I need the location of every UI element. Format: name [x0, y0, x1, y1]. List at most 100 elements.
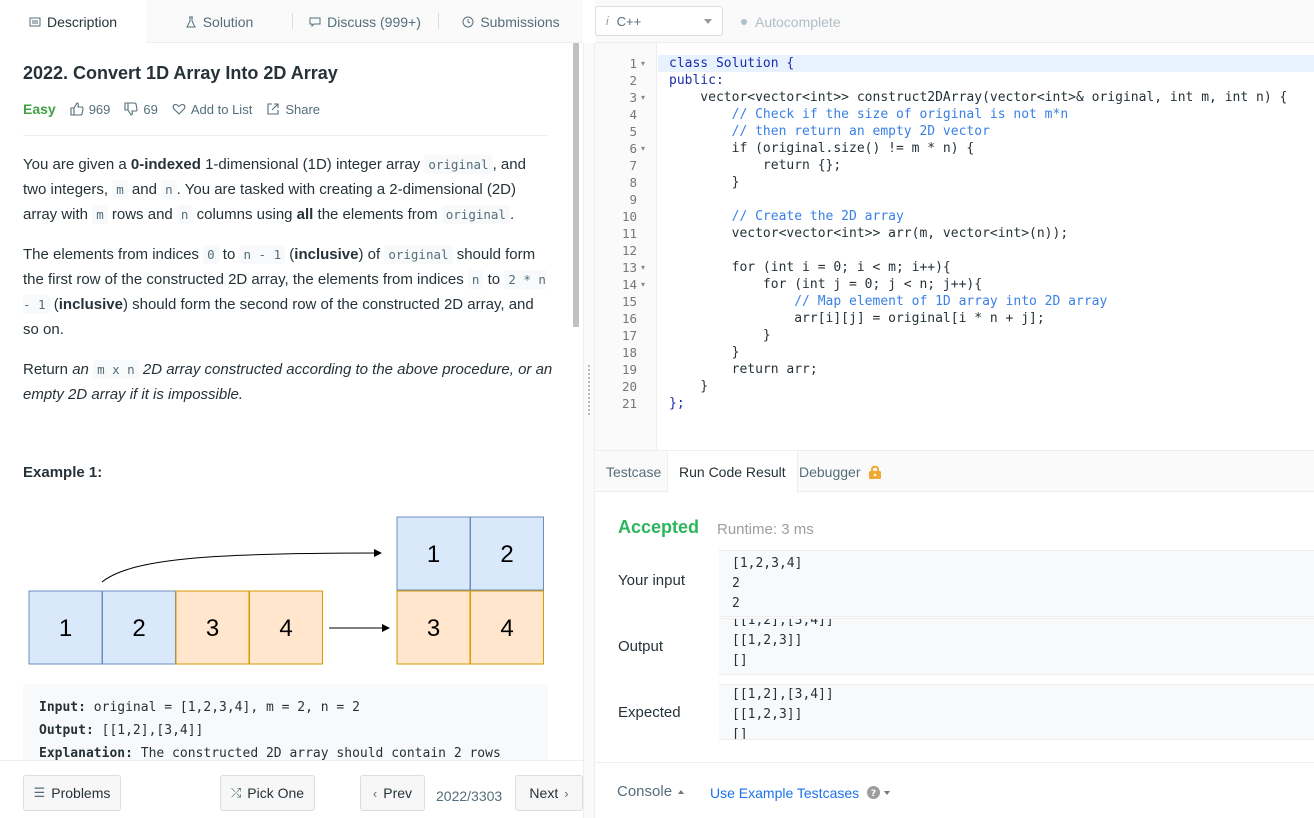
- code-line: for (int j = 0; j < n; j++){: [669, 277, 983, 292]
- chevron-left-icon: ‹: [372, 785, 378, 801]
- line-number: 6: [629, 141, 637, 156]
- add-to-list-label: Add to List: [190, 101, 253, 117]
- difficulty-badge: Easy: [23, 101, 56, 117]
- pick-one-button[interactable]: ⤮ Pick One: [220, 775, 315, 811]
- code-line: return {};: [669, 158, 842, 173]
- share-icon: [267, 103, 279, 115]
- description-paragraph-3: Return an m x n 2D array constructed acc…: [23, 360, 553, 403]
- use-example-testcases-link[interactable]: Use Example Testcases: [710, 785, 859, 801]
- resize-handle[interactable]: [588, 365, 590, 415]
- fold-toggle-icon[interactable]: ▾: [641, 276, 645, 293]
- prev-label: Prev: [383, 785, 413, 801]
- prev-button[interactable]: ‹ Prev: [360, 775, 425, 811]
- tab-run-code-result[interactable]: Run Code Result: [667, 451, 798, 493]
- svg-text:3: 3: [206, 615, 219, 642]
- your-input-box: [1,2,3,4] 2 2: [719, 550, 1314, 617]
- heart-icon: [172, 103, 186, 115]
- svg-text:1: 1: [427, 541, 440, 568]
- share-button[interactable]: Share: [266, 102, 320, 117]
- line-number: 7: [629, 158, 637, 173]
- explanation-label: Explanation:: [39, 746, 133, 761]
- code-line: vector<vector<int>> construct2DArray(vec…: [669, 90, 1288, 105]
- thumbs-up-icon: [70, 102, 84, 116]
- add-to-list-button[interactable]: Add to List: [172, 102, 252, 117]
- line-number: 16: [621, 311, 637, 326]
- tab-discuss[interactable]: Discuss (999+): [292, 0, 438, 43]
- tab-testcase[interactable]: Testcase: [595, 451, 672, 493]
- expected-label: Expected: [618, 704, 681, 721]
- svg-text:4: 4: [279, 615, 292, 642]
- editor-toolbar: i C++ Autocomplete: [595, 0, 1314, 43]
- line-number: 9: [629, 192, 637, 207]
- chevron-down-icon: [884, 790, 890, 795]
- line-number: 8: [629, 175, 637, 190]
- example-diagram: 1 2 3 4 1 2 3 4: [28, 516, 544, 665]
- description-icon: [29, 17, 41, 26]
- dislike-button[interactable]: 69: [124, 101, 158, 117]
- pane-resizer[interactable]: [583, 43, 595, 818]
- run-result-panel: Accepted Runtime: 3 ms Your input [1,2,3…: [595, 492, 1314, 762]
- line-number: 13: [621, 260, 637, 275]
- editor-pane: i C++ Autocomplete 1 ▾ 2 3 ▾ 4 5 6 ▾ 7 8 9 10 11 12 13 ▾…: [595, 0, 1314, 818]
- tab-label: Testcase: [606, 464, 662, 480]
- result-tabs: Testcase Run Code Result Debugger: [595, 450, 1314, 493]
- code-line: // Check if the size of original is not …: [669, 107, 1069, 122]
- flask-icon: [185, 16, 196, 27]
- code-line: for (int i = 0; i < m; i++){: [669, 260, 951, 275]
- example-title: Example 1:: [23, 464, 103, 481]
- divider: [23, 135, 548, 136]
- fold-toggle-icon[interactable]: ▾: [641, 259, 645, 276]
- console-button[interactable]: Console: [617, 783, 685, 800]
- list-icon: ☰: [33, 785, 46, 800]
- help-dropdown[interactable]: ?: [867, 786, 890, 799]
- svg-text:?: ?: [871, 789, 876, 799]
- line-number: 18: [621, 345, 637, 360]
- tab-description[interactable]: Description: [0, 0, 146, 44]
- tab-solution[interactable]: Solution: [146, 0, 292, 43]
- output-label: Output:: [39, 723, 94, 738]
- tab-submissions[interactable]: Submissions: [438, 0, 584, 43]
- console-label: Console: [617, 783, 673, 800]
- problem-counter: 2022/3303: [436, 788, 503, 804]
- tab-label: Description: [46, 13, 118, 30]
- share-label: Share: [285, 101, 321, 117]
- thumbs-down-icon: [124, 102, 138, 116]
- like-button[interactable]: 969: [70, 102, 110, 117]
- scrollbar-thumb[interactable]: [573, 43, 579, 327]
- language-value: C++: [616, 13, 642, 29]
- source-cell: 1: [28, 590, 103, 665]
- console-footer: Console Use Example Testcases ?: [595, 762, 1314, 818]
- code-line: // then return an empty 2D vector: [669, 124, 990, 139]
- problems-button[interactable]: ☰ Problems: [23, 775, 121, 811]
- source-cell: 2: [102, 590, 176, 665]
- input-label: Input:: [39, 700, 86, 715]
- line-number: 17: [621, 328, 637, 343]
- chevron-down-icon: [704, 19, 712, 24]
- autocomplete-toggle[interactable]: Autocomplete: [741, 14, 841, 30]
- tab-label: Submissions: [480, 13, 560, 30]
- source-cell: 4: [249, 590, 323, 665]
- language-select[interactable]: i C++: [595, 6, 723, 36]
- autocomplete-label: Autocomplete: [755, 14, 841, 30]
- tab-label: Discuss (999+): [327, 13, 421, 30]
- code-editor[interactable]: 1 ▾ 2 3 ▾ 4 5 6 ▾ 7 8 9 10 11 12 13 ▾ 14 ▾ 15 16 17 18 19 20 21 c…: [595, 43, 1314, 450]
- fold-toggle-icon[interactable]: ▾: [641, 140, 645, 157]
- svg-text:2: 2: [500, 541, 513, 568]
- next-button[interactable]: Next ›: [515, 775, 583, 811]
- line-number: 20: [621, 379, 637, 394]
- description-scrollbar[interactable]: [572, 43, 580, 760]
- line-number: 1: [629, 56, 637, 71]
- shuffle-icon: ⤮: [230, 785, 242, 800]
- tab-debugger[interactable]: Debugger: [788, 451, 894, 493]
- expected-line: []: [732, 727, 748, 740]
- dislike-count: 69: [143, 101, 158, 117]
- line-number: 11: [621, 226, 637, 241]
- fold-toggle-icon[interactable]: ▾: [641, 89, 645, 106]
- code-line: return arr;: [669, 362, 818, 377]
- clock-icon: [462, 16, 474, 27]
- problem-title: 2022. Convert 1D Array Into 2D Array: [23, 63, 338, 83]
- line-number: 10: [621, 209, 637, 224]
- input-value: original = [1,2,3,4], m = 2, n = 2: [93, 700, 360, 715]
- fold-toggle-icon[interactable]: ▾: [641, 55, 645, 72]
- target-cell: 4: [470, 590, 544, 665]
